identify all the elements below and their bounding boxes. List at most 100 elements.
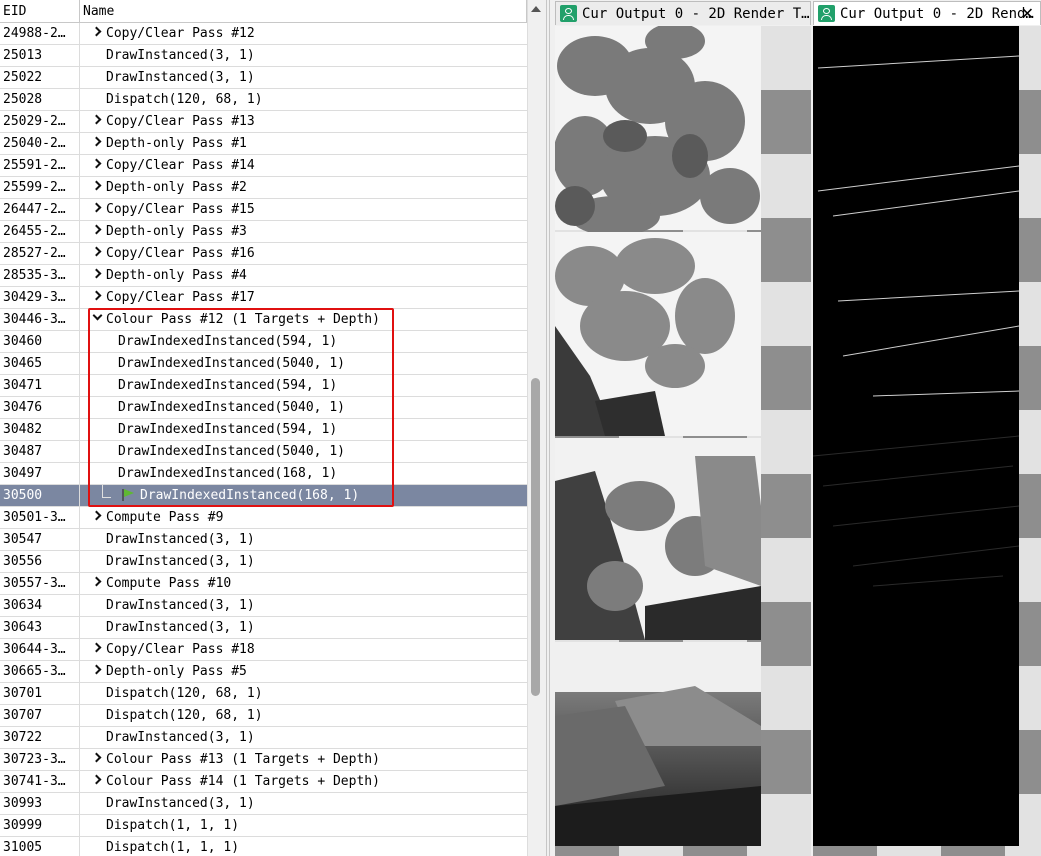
chevron-right-icon[interactable] [91,664,102,675]
event-name: Colour Pass #14 (1 Targets + Depth) [106,774,380,789]
event-id: 25028 [0,89,80,110]
event-row[interactable]: 30722 DrawInstanced(3, 1) [0,727,527,749]
event-name-cell: DrawInstanced(3, 1) [80,617,527,638]
event-name: Depth-only Pass #4 [106,268,247,283]
event-group-row[interactable]: 30723-3… Colour Pass #13 (1 Targets + Dep… [0,749,527,771]
event-name-cell: DrawInstanced(3, 1) [80,727,527,748]
splitter-grip-line [549,0,550,856]
event-group-row[interactable]: 28527-2… Copy/Clear Pass #16 [0,243,527,265]
event-name: DrawInstanced(3, 1) [106,796,255,811]
event-group-row[interactable]: 26455-2… Depth-only Pass #3 [0,221,527,243]
panel-splitter[interactable] [543,0,553,856]
event-id: 30643 [0,617,80,638]
chevron-right-icon[interactable] [91,268,102,279]
event-row[interactable]: 25028 Dispatch(120, 68, 1) [0,89,527,111]
event-name-cell: DrawInstanced(3, 1) [80,67,527,88]
event-name-cell: DrawInstanced(3, 1) [80,595,527,616]
event-name-cell: Dispatch(1, 1, 1) [80,815,527,836]
event-id: 26447-2… [0,199,80,220]
event-id: 25022 [0,67,80,88]
event-name-cell: Dispatch(120, 68, 1) [80,683,527,704]
event-group-row[interactable]: 25029-2… Copy/Clear Pass #13 [0,111,527,133]
chevron-right-icon[interactable] [91,202,102,213]
event-group-row[interactable]: 30501-3… Compute Pass #9 [0,507,527,529]
chevron-right-icon[interactable] [91,136,102,147]
event-name: Depth-only Pass #1 [106,136,247,151]
event-id: 30707 [0,705,80,726]
chevron-right-icon[interactable] [91,158,102,169]
chevron-right-icon[interactable] [91,114,102,125]
event-group-row[interactable]: 25040-2… Depth-only Pass #1 [0,133,527,155]
event-name-cell: Dispatch(120, 68, 1) [80,705,527,726]
event-row[interactable]: 30643 DrawInstanced(3, 1) [0,617,527,639]
chevron-right-icon[interactable] [91,246,102,257]
left-viewer-tabbar: Cur Output 0 - 2D Render T… [555,0,811,26]
event-group-row[interactable]: 30741-3… Colour Pass #14 (1 Targets + Dep… [0,771,527,793]
event-id: 30429-3… [0,287,80,308]
event-id: 30482 [0,419,80,440]
event-id: 30471 [0,375,80,396]
event-row[interactable]: 30634 DrawInstanced(3, 1) [0,595,527,617]
event-list-scrollbar[interactable] [527,0,543,856]
event-name: Dispatch(1, 1, 1) [106,818,240,833]
event-group-row[interactable]: 30665-3… Depth-only Pass #5 [0,661,527,683]
chevron-right-icon[interactable] [91,26,102,37]
event-id: 25013 [0,45,80,66]
event-name: DrawInstanced(3, 1) [106,48,255,63]
scroll-up-arrow-icon[interactable] [531,6,541,12]
event-name-cell: Colour Pass #14 (1 Targets + Depth) [80,771,527,792]
event-group-row[interactable]: 26447-2… Copy/Clear Pass #15 [0,199,527,221]
scrollbar-thumb[interactable] [531,378,540,696]
event-name: DrawInstanced(3, 1) [106,70,255,85]
event-name: Depth-only Pass #5 [106,664,247,679]
event-group-row[interactable]: 25599-2… Depth-only Pass #2 [0,177,527,199]
event-id: 30665-3… [0,661,80,682]
event-name: DrawInstanced(3, 1) [106,730,255,745]
event-row[interactable]: 30701 Dispatch(120, 68, 1) [0,683,527,705]
event-group-row[interactable]: 25591-2… Copy/Clear Pass #14 [0,155,527,177]
chevron-right-icon[interactable] [91,290,102,301]
event-name-cell: Depth-only Pass #5 [80,661,527,682]
event-name-cell: Depth-only Pass #2 [80,177,527,198]
close-tab-icon[interactable]: ✕ [1021,2,1034,25]
chevron-right-icon[interactable] [91,180,102,191]
event-name-cell: DrawInstanced(3, 1) [80,551,527,572]
event-group-row[interactable]: 30557-3… Compute Pass #10 [0,573,527,595]
event-id: 30465 [0,353,80,374]
right-texture-viewer[interactable] [813,26,1041,856]
event-row[interactable]: 31005 Dispatch(1, 1, 1) [0,837,527,856]
left-texture-viewer[interactable] [555,26,811,856]
event-name: DrawInstanced(3, 1) [106,598,255,613]
event-id: 30556 [0,551,80,572]
event-group-row[interactable]: 24988-2… Copy/Clear Pass #12 [0,23,527,45]
chevron-right-icon[interactable] [91,510,102,521]
event-group-row[interactable]: 30429-3… Copy/Clear Pass #17 [0,287,527,309]
event-id: 28535-3… [0,265,80,286]
event-name-cell: Copy/Clear Pass #17 [80,287,527,308]
event-row[interactable]: 30999 Dispatch(1, 1, 1) [0,815,527,837]
event-group-row[interactable]: 28535-3… Depth-only Pass #4 [0,265,527,287]
chevron-right-icon[interactable] [91,224,102,235]
tab-cur-output-right[interactable]: Cur Output 0 - 2D Rend… ✕ [813,1,1041,25]
chevron-right-icon[interactable] [91,576,102,587]
event-name-cell: Copy/Clear Pass #12 [80,23,527,44]
event-row[interactable]: 25022 DrawInstanced(3, 1) [0,67,527,89]
event-row[interactable]: 30556 DrawInstanced(3, 1) [0,551,527,573]
chevron-right-icon[interactable] [91,774,102,785]
tab-cur-output-left[interactable]: Cur Output 0 - 2D Render T… [555,1,811,25]
column-header-eid[interactable]: EID [0,0,80,22]
column-header-name[interactable]: Name [80,0,527,22]
event-name-cell: Copy/Clear Pass #14 [80,155,527,176]
event-row[interactable]: 25013 DrawInstanced(3, 1) [0,45,527,67]
event-name-cell: DrawInstanced(3, 1) [80,529,527,550]
event-row[interactable]: 30707 Dispatch(120, 68, 1) [0,705,527,727]
event-id: 30741-3… [0,771,80,792]
event-row[interactable]: 30547 DrawInstanced(3, 1) [0,529,527,551]
event-row[interactable]: 30993 DrawInstanced(3, 1) [0,793,527,815]
event-group-row[interactable]: 30644-3… Copy/Clear Pass #18 [0,639,527,661]
event-id: 30500 [0,485,80,506]
event-name-cell: Depth-only Pass #4 [80,265,527,286]
chevron-right-icon[interactable] [91,642,102,653]
chevron-right-icon[interactable] [91,752,102,763]
event-id: 30634 [0,595,80,616]
